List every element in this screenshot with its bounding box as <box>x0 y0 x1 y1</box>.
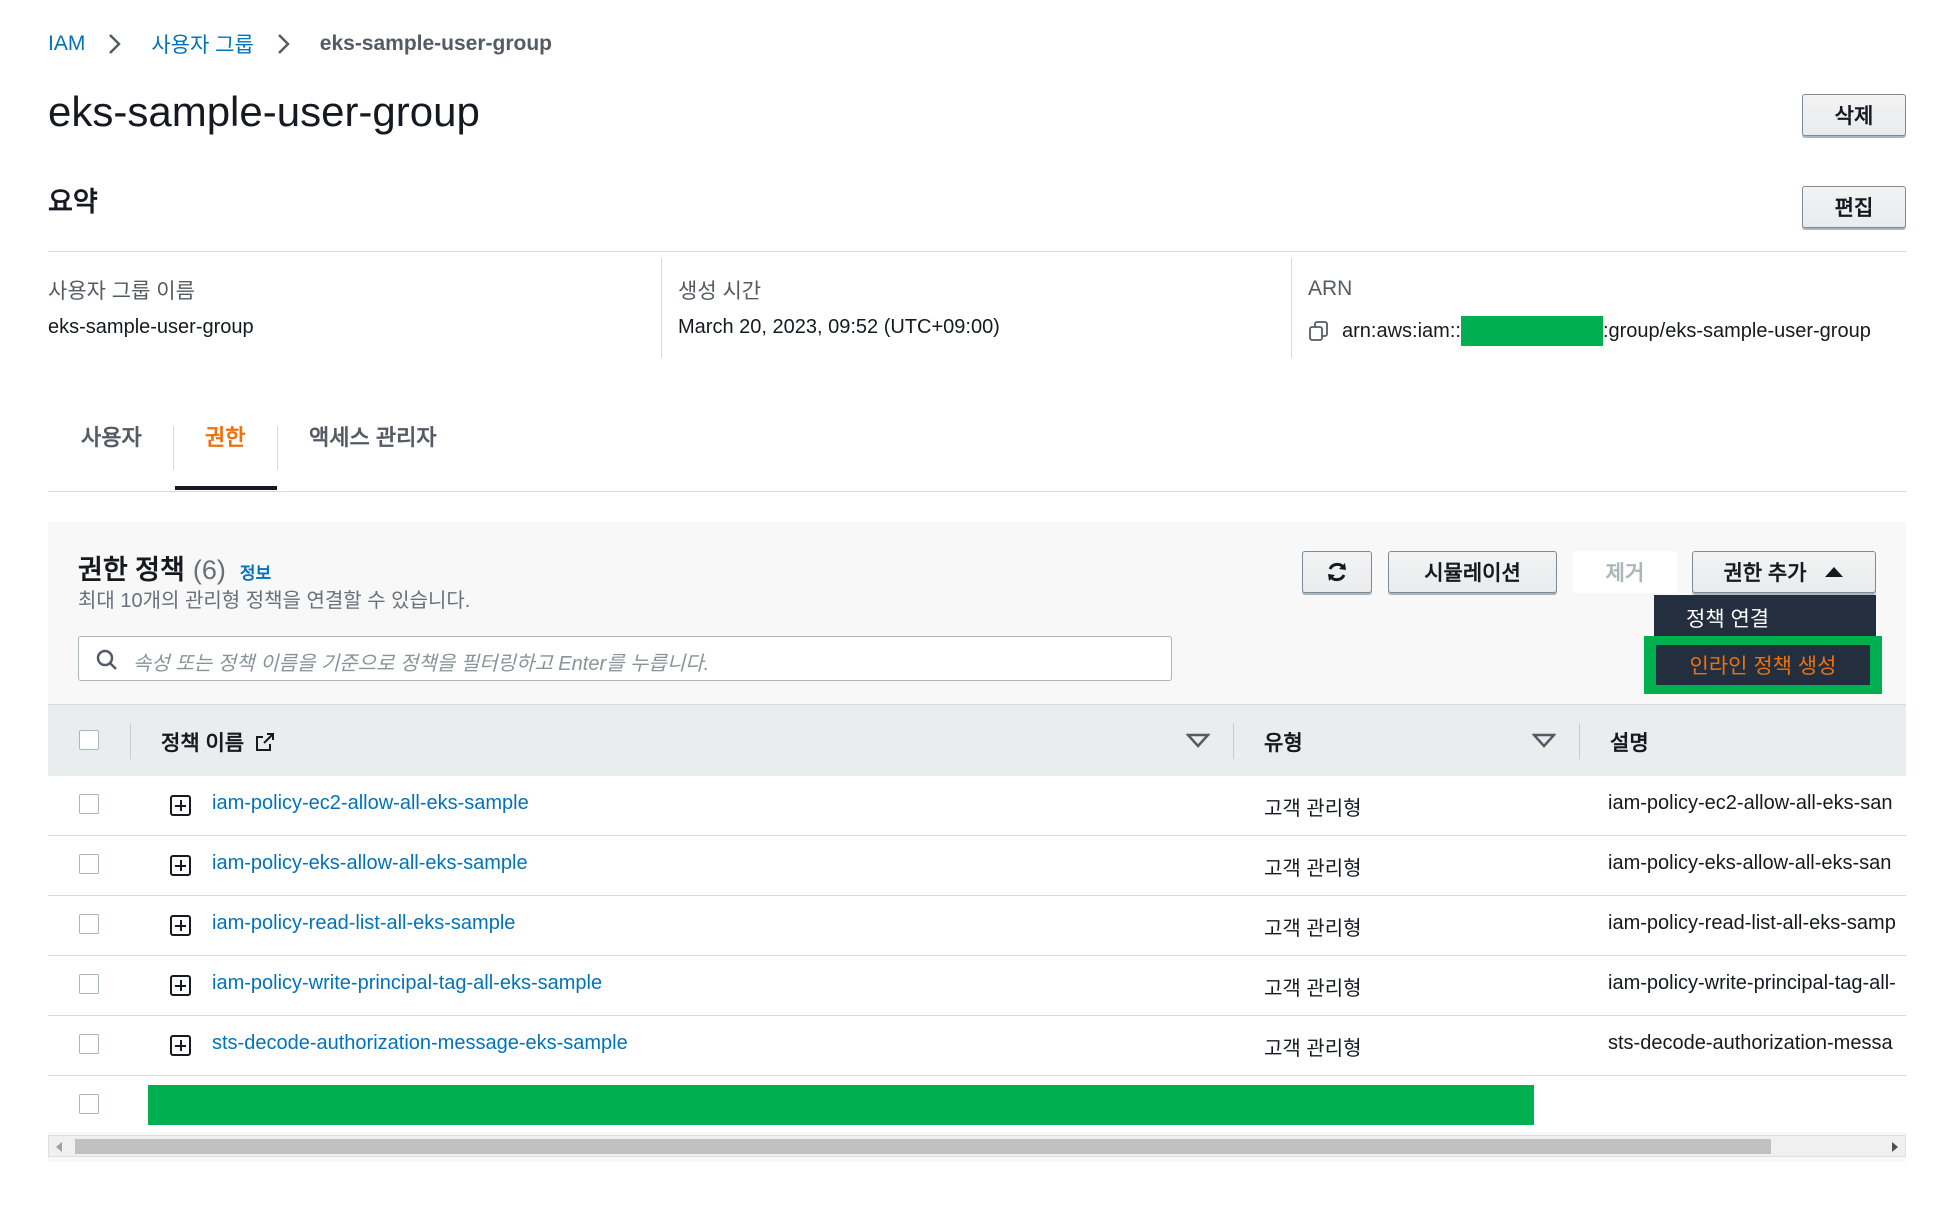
table-row: iam-policy-write-principal-tag-all-eks-s… <box>48 956 1906 1016</box>
copy-icon[interactable] <box>1308 320 1330 342</box>
row-checkbox[interactable] <box>79 914 99 934</box>
table-row: sts-decode-authorization-message-eks-sam… <box>48 1016 1906 1076</box>
simulate-button[interactable]: 시뮬레이션 <box>1388 551 1557 593</box>
policy-description: sts-decode-authorization-messa <box>1608 1032 1893 1054</box>
policy-type: 고객 관리형 <box>1264 1038 1362 1060</box>
horizontal-scrollbar[interactable] <box>48 1135 1906 1157</box>
tab-divider <box>173 426 174 470</box>
info-link[interactable]: 정보 <box>240 559 271 584</box>
policy-type: 고객 관리형 <box>1264 918 1362 940</box>
policy-name-link[interactable]: iam-policy-ec2-allow-all-eks-sample <box>212 792 529 815</box>
active-tab-indicator <box>175 486 277 490</box>
row-checkbox[interactable] <box>79 854 99 874</box>
table-row: iam-policy-read-list-all-eks-sample 고객 관… <box>48 896 1906 956</box>
sort-caret-icon[interactable] <box>1532 733 1556 749</box>
remove-button[interactable]: 제거 <box>1573 551 1677 593</box>
policy-description: iam-policy-eks-allow-all-eks-san <box>1608 852 1892 874</box>
scroll-right-icon[interactable] <box>1890 1141 1900 1153</box>
breadcrumb-iam-link[interactable]: IAM <box>48 32 85 56</box>
search-placeholder: 속성 또는 정책 이름을 기준으로 정책을 필터링하고 Enter를 누릅니다. <box>133 653 710 675</box>
breadcrumb: IAM 사용자 그룹 eks-sample-user-group <box>48 30 552 58</box>
column-header-policy-name[interactable]: 정책 이름 <box>161 727 276 757</box>
arn-label: ARN <box>1308 277 1353 300</box>
header-divider <box>130 723 131 759</box>
row-checkbox[interactable] <box>79 1034 99 1054</box>
created-label: 생성 시간 <box>678 280 762 303</box>
edit-button[interactable]: 편집 <box>1802 186 1906 228</box>
created-value: March 20, 2023, 09:52 (UTC+09:00) <box>678 316 1000 338</box>
redacted-row <box>148 1085 1534 1125</box>
policy-type: 고객 관리형 <box>1264 978 1362 1000</box>
policy-name-link[interactable]: iam-policy-read-list-all-eks-sample <box>212 912 515 935</box>
add-permissions-label: 권한 추가 <box>1723 562 1807 585</box>
summary-title: 요약 <box>48 187 98 217</box>
policy-type: 고객 관리형 <box>1264 798 1362 820</box>
page-title: eks-sample-user-group <box>48 88 480 135</box>
expand-icon[interactable] <box>170 855 191 876</box>
tab-users[interactable]: 사용자 <box>81 420 142 452</box>
column-divider <box>1291 258 1292 358</box>
delete-button[interactable]: 삭제 <box>1802 94 1906 136</box>
tab-access-advisor[interactable]: 액세스 관리자 <box>309 420 437 452</box>
policy-search-input[interactable]: 속성 또는 정책 이름을 기준으로 정책을 필터링하고 Enter를 누릅니다. <box>78 636 1172 681</box>
row-checkbox[interactable] <box>79 794 99 814</box>
refresh-button[interactable] <box>1302 551 1372 593</box>
expand-icon[interactable] <box>170 1035 191 1056</box>
select-all-checkbox[interactable] <box>79 730 99 750</box>
caret-up-icon <box>1824 567 1843 577</box>
table-row: iam-policy-ec2-allow-all-eks-sample 고객 관… <box>48 776 1906 836</box>
expand-icon[interactable] <box>170 795 191 816</box>
scrollbar-thumb[interactable] <box>75 1139 1771 1154</box>
arn-value: arn:aws:iam:: :group/eks-sample-user-gro… <box>1308 316 1871 346</box>
summary-divider <box>48 251 1906 252</box>
group-name-value: eks-sample-user-group <box>48 316 254 338</box>
group-name-label: 사용자 그룹 이름 <box>48 280 195 303</box>
column-name-label: 정책 이름 <box>161 732 245 755</box>
policies-title: 권한 정책 <box>78 555 185 585</box>
tab-divider <box>277 426 278 470</box>
search-icon <box>96 649 117 670</box>
chevron-right-icon <box>277 34 290 54</box>
breadcrumb-user-groups-link[interactable]: 사용자 그룹 <box>151 29 253 59</box>
header-divider <box>1233 723 1234 759</box>
policy-type: 고객 관리형 <box>1264 858 1362 880</box>
menu-item-attach-policy[interactable]: 정책 연결 <box>1654 595 1876 640</box>
policy-description: iam-policy-ec2-allow-all-eks-san <box>1608 792 1893 814</box>
arn-prefix: arn:aws:iam:: <box>1342 319 1461 342</box>
menu-item-create-inline-policy[interactable]: 인라인 정책 생성 <box>1656 645 1870 685</box>
header-divider <box>1579 723 1580 759</box>
table-header: 정책 이름 유형 설명 <box>48 704 1906 776</box>
row-checkbox[interactable] <box>79 974 99 994</box>
expand-icon[interactable] <box>170 915 191 936</box>
external-link-icon <box>256 733 275 751</box>
column-divider <box>661 258 662 358</box>
refresh-icon <box>1328 562 1346 582</box>
tab-permissions[interactable]: 권한 <box>205 420 245 452</box>
policy-name-link[interactable]: iam-policy-write-principal-tag-all-eks-s… <box>212 972 602 995</box>
tabs-divider <box>48 491 1906 492</box>
row-checkbox[interactable] <box>79 1094 99 1114</box>
table-row <box>48 1076 1906 1132</box>
column-header-description[interactable]: 설명 <box>1610 727 1649 757</box>
policies-count: (6) <box>192 555 226 585</box>
breadcrumb-current: eks-sample-user-group <box>319 32 553 55</box>
redacted-account-id <box>1460 316 1603 346</box>
add-permissions-menu: 정책 연결 <box>1654 595 1876 640</box>
table-row: iam-policy-eks-allow-all-eks-sample 고객 관… <box>48 836 1906 896</box>
scroll-left-icon[interactable] <box>54 1141 64 1153</box>
arn-suffix: :group/eks-sample-user-group <box>1602 319 1871 342</box>
column-header-type[interactable]: 유형 <box>1264 727 1303 757</box>
expand-icon[interactable] <box>170 975 191 996</box>
policy-name-link[interactable]: iam-policy-eks-allow-all-eks-sample <box>212 852 528 875</box>
policy-name-link[interactable]: sts-decode-authorization-message-eks-sam… <box>212 1032 628 1055</box>
policy-description: iam-policy-read-list-all-eks-samp <box>1608 912 1896 934</box>
sort-caret-icon[interactable] <box>1186 733 1210 749</box>
chevron-right-icon <box>109 34 122 54</box>
policies-subtitle: 최대 10개의 관리형 정책을 연결할 수 있습니다. <box>78 590 471 612</box>
policy-description: iam-policy-write-principal-tag-all- <box>1608 972 1896 994</box>
add-permissions-button[interactable]: 권한 추가 <box>1692 551 1876 593</box>
policies-header: 권한 정책 (6) 정보 <box>78 548 271 587</box>
